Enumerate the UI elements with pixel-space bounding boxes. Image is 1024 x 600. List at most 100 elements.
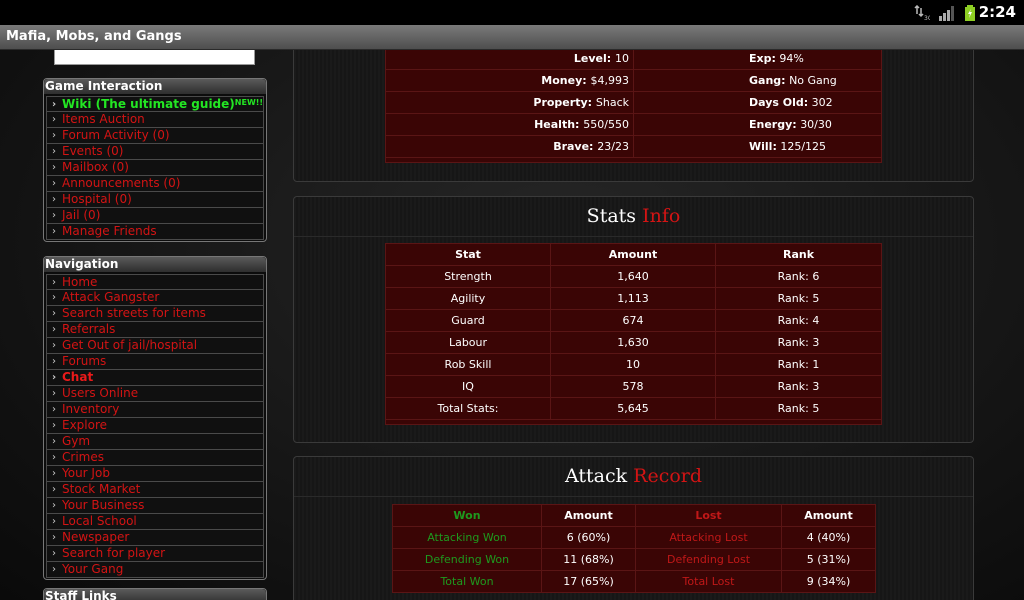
- nav-item-your-gang[interactable]: › Your Gang: [46, 562, 264, 578]
- general-info-table: Level: 10 Exp: 94% Money: $4,993 Gang: N…: [385, 50, 882, 158]
- stats-table: Stat Amount Rank Strength 1,640 Rank: 6 Ag…: [385, 243, 882, 420]
- game-interaction-menu: Game Interaction › Wiki (The ultimate gui…: [43, 78, 267, 242]
- nav-item-inventory[interactable]: › Inventory: [46, 402, 264, 418]
- chevron-right-icon: ›: [52, 178, 56, 189]
- menu-item-forum-activity[interactable]: › Forum Activity (0): [46, 128, 264, 144]
- signal-icon: [939, 6, 954, 21]
- chevron-right-icon: ›: [52, 308, 56, 319]
- staff-links-menu: Staff Links: [43, 588, 267, 600]
- navigation-heading: Navigation: [44, 257, 266, 272]
- menu-item-items-auction[interactable]: › Items Auction: [46, 112, 264, 128]
- attack-record-title: Attack Record: [294, 457, 973, 497]
- chevron-right-icon: ›: [52, 372, 57, 383]
- nav-item-chat[interactable]: › Chat: [46, 370, 264, 386]
- nav-item-home[interactable]: › Home: [46, 274, 264, 290]
- table-row: Guard 674 Rank: 4: [385, 309, 882, 332]
- svg-text:3G: 3G: [924, 15, 930, 21]
- chevron-right-icon: ›: [52, 210, 56, 221]
- nav-item-attack-gangster[interactable]: › Attack Gangster: [46, 290, 264, 306]
- chevron-right-icon: ›: [52, 162, 56, 173]
- menu-item-events[interactable]: › Events (0): [46, 144, 264, 160]
- table-row: Defending Won 11 (68%) Defending Lost 5 (31…: [392, 548, 876, 571]
- status-clock: 2:24: [978, 3, 1016, 21]
- table-row: Rob Skill 10 Rank: 1: [385, 353, 882, 376]
- nav-item-explore[interactable]: › Explore: [46, 418, 264, 434]
- chevron-right-icon: ›: [52, 340, 56, 351]
- table-row: Brave: 23/23 Will: 125/125: [385, 135, 882, 158]
- chevron-right-icon: ›: [52, 404, 56, 415]
- chevron-right-icon: ›: [52, 292, 56, 303]
- table-row: Money: $4,993 Gang: No Gang: [385, 69, 882, 92]
- app-title: Mafia, Mobs, and Gangs: [6, 29, 182, 44]
- chevron-right-icon: ›: [52, 532, 56, 543]
- chevron-right-icon: ›: [52, 324, 56, 335]
- table-row: Health: 550/550 Energy: 30/30: [385, 113, 882, 136]
- nav-item-newspaper[interactable]: › Newspaper: [46, 530, 264, 546]
- general-info-panel: Level: 10 Exp: 94% Money: $4,993 Gang: N…: [293, 50, 974, 182]
- menu-item-jail[interactable]: › Jail (0): [46, 208, 264, 224]
- chevron-right-icon: ›: [52, 548, 56, 559]
- chevron-right-icon: ›: [52, 436, 56, 447]
- table-row: Total Stats: 5,645 Rank: 5: [385, 397, 882, 420]
- chevron-right-icon: ›: [52, 564, 56, 575]
- stats-info-title: Stats Info: [294, 197, 973, 237]
- menu-item-wiki[interactable]: › Wiki (The ultimate guide)NEW!!: [46, 96, 264, 112]
- stats-info-panel: Stats Info Stat Amount Rank Strength 1,64…: [293, 196, 974, 443]
- staff-links-heading: Staff Links: [44, 589, 266, 600]
- table-row: Attacking Won 6 (60%) Attacking Lost 4 (40%…: [392, 526, 876, 549]
- nav-item-get-out[interactable]: › Get Out of jail/hospital: [46, 338, 264, 354]
- table-row: Level: 10 Exp: 94%: [385, 50, 882, 70]
- table-row: IQ 578 Rank: 3: [385, 375, 882, 398]
- chevron-right-icon: ›: [52, 277, 56, 288]
- chevron-right-icon: ›: [52, 500, 56, 511]
- table-footer-bar: [385, 157, 882, 163]
- chevron-right-icon: ›: [52, 226, 56, 237]
- menu-item-announcements[interactable]: › Announcements (0): [46, 176, 264, 192]
- table-header-row: Stat Amount Rank: [385, 243, 882, 266]
- menu-item-manage-friends[interactable]: › Manage Friends: [46, 224, 264, 240]
- nav-item-referrals[interactable]: › Referrals: [46, 322, 264, 338]
- chevron-right-icon: ›: [52, 468, 56, 479]
- menu-item-mailbox[interactable]: › Mailbox (0): [46, 160, 264, 176]
- chevron-right-icon: ›: [52, 484, 56, 495]
- table-footer-bar: [385, 419, 882, 425]
- nav-item-gym[interactable]: › Gym: [46, 434, 264, 450]
- game-interaction-heading: Game Interaction: [44, 79, 266, 94]
- nav-item-forums[interactable]: › Forums: [46, 354, 264, 370]
- chevron-right-icon: ›: [52, 388, 56, 399]
- nav-item-search-player[interactable]: › Search for player: [46, 546, 264, 562]
- navigation-menu: Navigation › Home › Attack Gangster › Searc…: [43, 256, 267, 580]
- attack-record-table: Won Amount Lost Amount Attacking Won 6 (6…: [392, 504, 876, 593]
- table-row: Property: Shack Days Old: 302: [385, 91, 882, 114]
- nav-item-your-business[interactable]: › Your Business: [46, 498, 264, 514]
- nav-item-search-streets[interactable]: › Search streets for items: [46, 306, 264, 322]
- nav-item-crimes[interactable]: › Crimes: [46, 450, 264, 466]
- menu-item-hospital[interactable]: › Hospital (0): [46, 192, 264, 208]
- search-box[interactable]: [54, 50, 255, 65]
- data-transfer-icon: 3G: [914, 5, 930, 21]
- attack-record-panel: Attack Record Won Amount Lost Amount Att…: [293, 456, 974, 600]
- chevron-right-icon: ›: [52, 130, 56, 141]
- chevron-right-icon: ›: [52, 146, 56, 157]
- chevron-right-icon: ›: [52, 194, 56, 205]
- chevron-right-icon: ›: [52, 356, 56, 367]
- nav-item-stock-market[interactable]: › Stock Market: [46, 482, 264, 498]
- nav-item-your-job[interactable]: › Your Job: [46, 466, 264, 482]
- status-bar: 3G 2:24: [0, 0, 1024, 25]
- chevron-right-icon: ›: [52, 420, 56, 431]
- chevron-right-icon: ›: [52, 114, 56, 125]
- chevron-right-icon: ›: [52, 452, 56, 463]
- table-row: Labour 1,630 Rank: 3: [385, 331, 882, 354]
- battery-charging-icon: [965, 5, 975, 21]
- table-header-row: Won Amount Lost Amount: [392, 504, 876, 527]
- page-content[interactable]: Game Interaction › Wiki (The ultimate gui…: [0, 50, 1024, 600]
- nav-item-local-school[interactable]: › Local School: [46, 514, 264, 530]
- table-row: Agility 1,113 Rank: 5: [385, 287, 882, 310]
- table-row: Total Won 17 (65%) Total Lost 9 (34%): [392, 570, 876, 593]
- app-title-bar: Mafia, Mobs, and Gangs: [0, 25, 1024, 50]
- table-row: Strength 1,640 Rank: 6: [385, 265, 882, 288]
- new-badge: NEW!!: [234, 98, 264, 107]
- nav-item-users-online[interactable]: › Users Online: [46, 386, 264, 402]
- chevron-right-icon: ›: [52, 99, 57, 110]
- chevron-right-icon: ›: [52, 516, 56, 527]
